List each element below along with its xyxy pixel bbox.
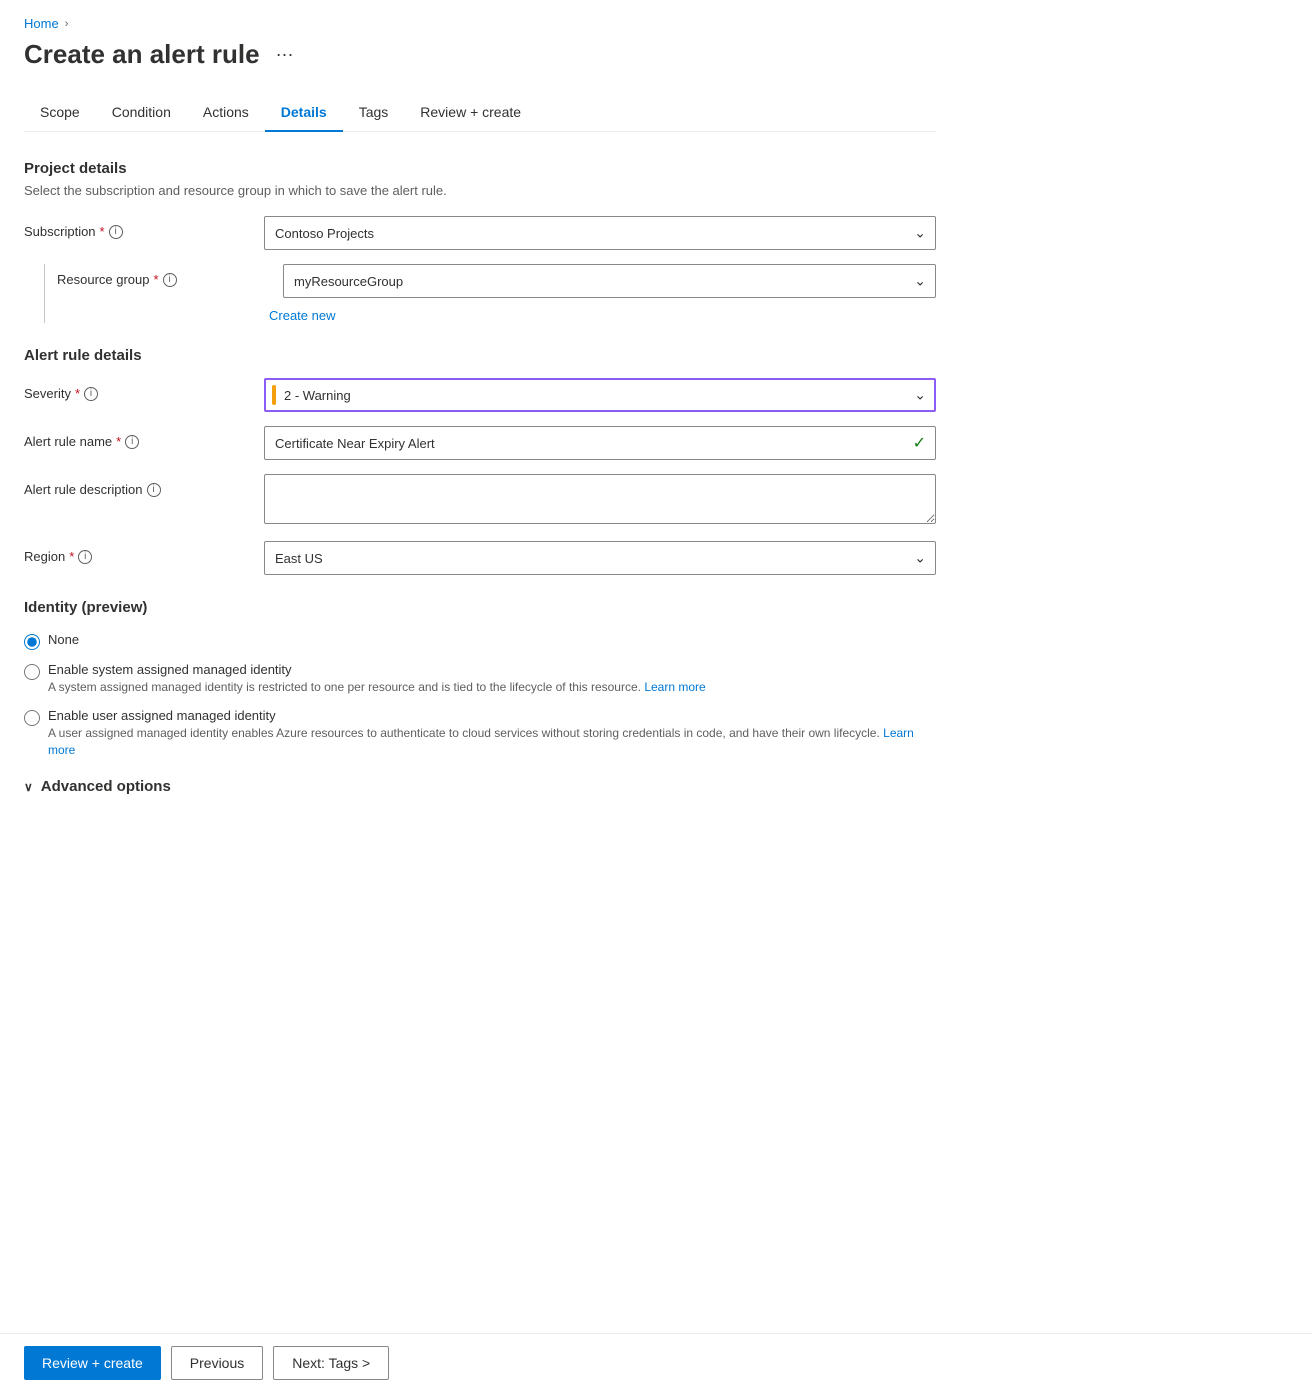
alert-rule-name-input[interactable]	[264, 426, 936, 460]
identity-user-assigned-option[interactable]: Enable user assigned managed identity A …	[24, 708, 936, 759]
breadcrumb-home[interactable]: Home	[24, 16, 59, 31]
identity-system-assigned-radio[interactable]	[24, 664, 40, 680]
alert-rule-description-info-icon[interactable]: i	[147, 483, 161, 497]
severity-info-icon[interactable]: i	[84, 387, 98, 401]
tab-tags[interactable]: Tags	[343, 94, 405, 132]
subscription-required: *	[100, 224, 105, 239]
severity-required: *	[75, 386, 80, 401]
page-title: Create an alert rule	[24, 39, 260, 70]
identity-user-assigned-radio[interactable]	[24, 710, 40, 726]
identity-system-assigned-label: Enable system assigned managed identity	[48, 662, 706, 677]
region-info-icon[interactable]: i	[78, 550, 92, 564]
severity-group: Severity * i 0 - Critical 1 - Error 2 - …	[24, 378, 936, 412]
resource-group-required: *	[154, 272, 159, 287]
identity-none-option[interactable]: None	[24, 632, 936, 650]
tab-condition[interactable]: Condition	[96, 94, 187, 132]
identity-system-assigned-desc: A system assigned managed identity is re…	[48, 679, 706, 696]
ellipsis-button[interactable]: ···	[270, 42, 300, 67]
project-details-subtitle: Select the subscription and resource gro…	[24, 183, 936, 198]
subscription-info-icon[interactable]: i	[109, 225, 123, 239]
alert-rule-description-textarea[interactable]	[264, 474, 936, 524]
subscription-select[interactable]: Contoso Projects	[264, 216, 936, 250]
review-create-button[interactable]: Review + create	[24, 1346, 161, 1380]
region-label: Region * i	[24, 541, 264, 564]
subscription-group: Subscription * i Contoso Projects	[24, 216, 936, 250]
severity-field: 0 - Critical 1 - Error 2 - Warning 3 - I…	[264, 378, 936, 412]
bottom-bar: Review + create Previous Next: Tags >	[0, 1333, 1312, 1392]
advanced-options-chevron-icon: ∨	[24, 780, 33, 794]
region-select[interactable]: East US West US East US 2 West Europe No…	[264, 541, 936, 575]
tab-scope[interactable]: Scope	[24, 94, 96, 132]
identity-system-assigned-option[interactable]: Enable system assigned managed identity …	[24, 662, 936, 696]
advanced-options-section: ∨ Advanced options	[24, 778, 936, 795]
project-details-section: Project details Select the subscription …	[24, 160, 936, 323]
identity-title: Identity (preview)	[24, 599, 936, 616]
identity-none-label: None	[48, 632, 79, 647]
severity-label: Severity * i	[24, 378, 264, 401]
resource-group-label: Resource group * i	[57, 264, 283, 287]
advanced-options-toggle[interactable]: ∨ Advanced options	[24, 778, 171, 795]
subscription-label: Subscription * i	[24, 216, 264, 239]
breadcrumb-separator: ›	[65, 18, 69, 30]
region-field: East US West US East US 2 West Europe No…	[264, 541, 936, 575]
identity-radio-group: None Enable system assigned managed iden…	[24, 632, 936, 758]
resource-group-info-icon[interactable]: i	[163, 273, 177, 287]
breadcrumb: Home ›	[24, 16, 936, 31]
alert-rule-name-info-icon[interactable]: i	[125, 435, 139, 449]
resource-group-field: myResourceGroup	[283, 264, 936, 298]
alert-rule-description-group: Alert rule description i	[24, 474, 936, 527]
identity-section: Identity (preview) None Enable system as…	[24, 599, 936, 758]
tab-actions[interactable]: Actions	[187, 94, 265, 132]
resource-group-content: Resource group * i myResourceGroup Creat…	[45, 264, 936, 323]
alert-rule-name-required: *	[116, 434, 121, 449]
create-new-link[interactable]: Create new	[269, 308, 335, 323]
region-group: Region * i East US West US East US 2 Wes…	[24, 541, 936, 575]
subscription-field: Contoso Projects	[264, 216, 936, 250]
system-assigned-learn-more-link[interactable]: Learn more	[644, 680, 705, 694]
tab-bar: Scope Condition Actions Details Tags Rev…	[24, 94, 936, 132]
alert-rule-name-group: Alert rule name * i ✓	[24, 426, 936, 460]
severity-indicator	[272, 385, 276, 405]
identity-user-assigned-label: Enable user assigned managed identity	[48, 708, 936, 723]
alert-rule-description-field	[264, 474, 936, 527]
resource-group-indent-row: Resource group * i myResourceGroup Creat…	[24, 264, 936, 323]
identity-user-assigned-desc: A user assigned managed identity enables…	[48, 725, 936, 759]
alert-rule-details-title: Alert rule details	[24, 347, 936, 364]
advanced-options-label: Advanced options	[41, 778, 171, 795]
resource-group-select[interactable]: myResourceGroup	[283, 264, 936, 298]
alert-rule-name-check-icon: ✓	[913, 433, 926, 453]
alert-rule-name-label: Alert rule name * i	[24, 426, 264, 449]
alert-rule-description-label: Alert rule description i	[24, 474, 264, 497]
alert-rule-details-section: Alert rule details Severity * i 0 - Crit…	[24, 347, 936, 575]
identity-none-radio[interactable]	[24, 634, 40, 650]
project-details-title: Project details	[24, 160, 936, 177]
alert-rule-name-field: ✓	[264, 426, 936, 460]
resource-group-row: Resource group * i myResourceGroup	[57, 264, 936, 298]
tab-review-create[interactable]: Review + create	[404, 94, 537, 132]
next-tags-button[interactable]: Next: Tags >	[273, 1346, 389, 1380]
previous-button[interactable]: Previous	[171, 1346, 263, 1380]
region-required: *	[69, 549, 74, 564]
tab-details[interactable]: Details	[265, 94, 343, 132]
severity-select[interactable]: 0 - Critical 1 - Error 2 - Warning 3 - I…	[264, 378, 936, 412]
